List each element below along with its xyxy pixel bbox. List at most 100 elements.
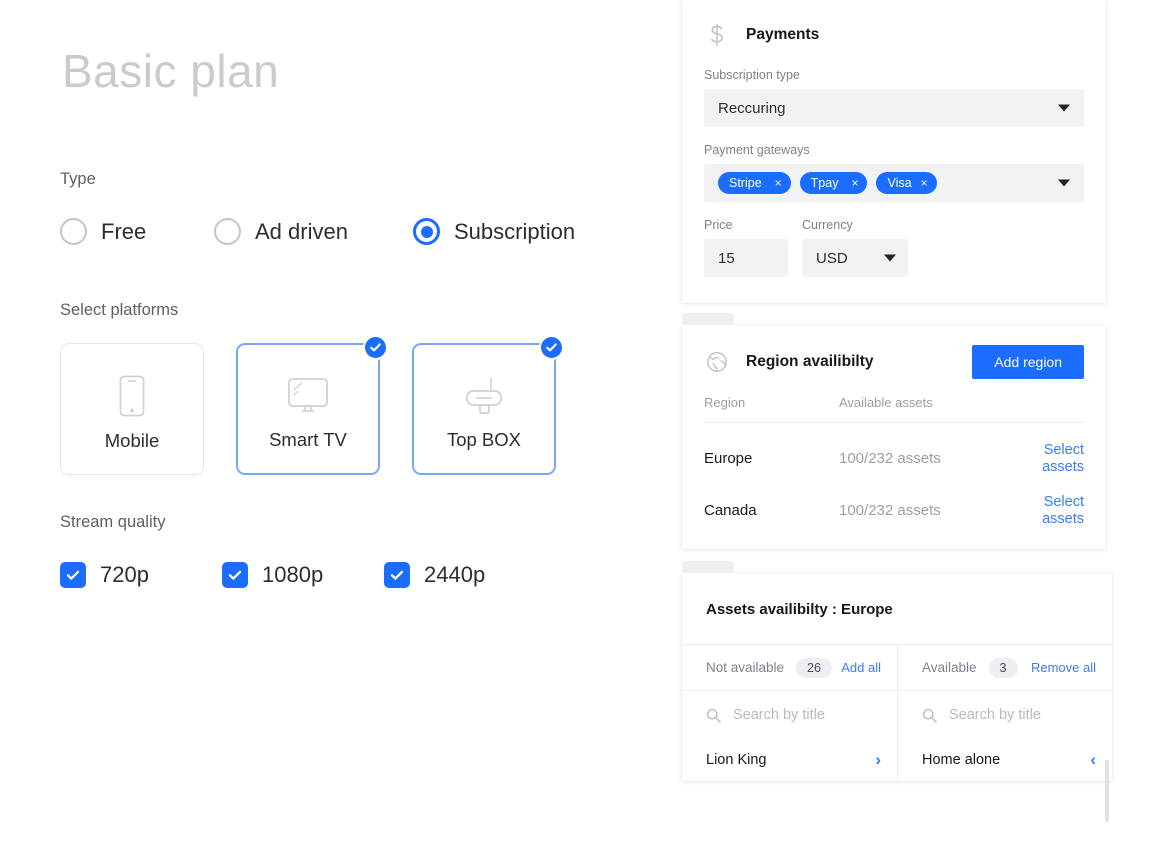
payments-card: Payments Subscription type Reccuring Pay… xyxy=(682,0,1106,303)
cell-action-europe: Select assets xyxy=(999,423,1084,475)
table-row: Europe 100/232 assets Select assets xyxy=(704,423,1084,475)
platform-card-top-box[interactable]: Top BOX xyxy=(412,335,564,475)
assets-transfer-columns: Not available 26 Add all Search by title xyxy=(682,644,1112,781)
region-card-header: Region availibilty Add region xyxy=(704,345,1084,379)
price-currency-row: Price 15 Currency USD xyxy=(704,218,1084,277)
move-left-icon-home-alone[interactable]: ‹ xyxy=(1090,750,1096,770)
table-header-row: Region Available assets xyxy=(704,395,1084,423)
select-assets-link-canada[interactable]: Select assets xyxy=(1042,494,1084,527)
remove-all-button[interactable]: Remove all xyxy=(1031,660,1096,675)
price-input[interactable]: 15 xyxy=(704,239,788,277)
assets-availability-title: Assets availibilty : Europe xyxy=(706,601,893,618)
radio-option-ad-driven[interactable]: Ad driven xyxy=(214,218,413,245)
subscription-type-select[interactable]: Reccuring xyxy=(704,89,1084,127)
payment-gateways-field: Payment gateways Stripe × Tpay × Visa × xyxy=(704,143,1084,202)
payment-gateways-label: Payment gateways xyxy=(704,143,810,157)
stream-quality-section-label: Stream quality xyxy=(60,513,166,531)
asset-title-home-alone: Home alone xyxy=(922,752,1001,768)
chip-stripe[interactable]: Stripe × xyxy=(718,172,791,194)
search-not-available[interactable]: Search by title xyxy=(682,691,897,739)
type-radio-group: Free Ad driven Subscription xyxy=(60,218,575,245)
radio-option-subscription[interactable]: Subscription xyxy=(413,218,575,245)
platform-card-mobile[interactable]: Mobile xyxy=(60,343,204,475)
column-header-action xyxy=(999,395,1084,423)
cell-assets-europe: 100/232 assets xyxy=(839,449,941,467)
card-tab-notch-assets xyxy=(682,561,734,573)
radio-icon-ad-driven xyxy=(214,218,241,245)
currency-select[interactable]: USD xyxy=(802,239,908,277)
chip-remove-icon-visa[interactable]: × xyxy=(921,176,928,190)
price-label: Price xyxy=(704,218,733,232)
search-available[interactable]: Search by title xyxy=(898,691,1112,739)
dollar-sign-icon xyxy=(704,24,730,46)
search-icon-not-available xyxy=(706,708,721,723)
chip-label-tpay: Tpay xyxy=(810,176,839,190)
chip-tpay[interactable]: Tpay × xyxy=(799,172,868,194)
checkbox-icon-720p xyxy=(60,562,86,588)
region-availability-card: Region availibilty Add region Region Ava… xyxy=(682,313,1106,549)
stream-quality-checkbox-group: 720p 1080p 2440p xyxy=(60,562,485,588)
search-icon-available xyxy=(922,708,937,723)
checkbox-label-1080p: 1080p xyxy=(262,562,324,587)
available-label: Available xyxy=(922,660,977,675)
currency-label: Currency xyxy=(802,218,853,232)
cell-region-canada: Canada xyxy=(704,501,757,519)
checkbox-option-1080p[interactable]: 1080p xyxy=(222,562,384,588)
platform-card-smart-tv[interactable]: Smart TV xyxy=(236,335,388,475)
asset-title-lion-king: Lion King xyxy=(706,752,767,768)
region-header-title-group: Region availibilty xyxy=(704,345,873,379)
payment-gateways-select[interactable]: Stripe × Tpay × Visa × xyxy=(704,164,1084,202)
payment-gateway-chip-list: Stripe × Tpay × Visa × xyxy=(718,172,937,194)
plan-editor-screen: Basic plan Type Free Ad driven Subscript… xyxy=(0,0,1160,864)
chip-visa[interactable]: Visa × xyxy=(876,172,937,194)
radio-option-free[interactable]: Free xyxy=(60,218,214,245)
page-title: Basic plan xyxy=(62,45,280,97)
region-table-head: Region Available assets xyxy=(704,395,1084,423)
subscription-type-value: Reccuring xyxy=(718,99,786,117)
radio-label-free: Free xyxy=(101,218,147,244)
currency-field: Currency USD xyxy=(802,218,908,277)
not-available-column-header: Not available 26 Add all xyxy=(682,645,897,691)
television-icon xyxy=(285,373,331,421)
add-all-button[interactable]: Add all xyxy=(841,660,881,675)
assets-column-not-available: Not available 26 Add all Search by title xyxy=(682,645,897,781)
checkbox-label-720p: 720p xyxy=(100,562,149,587)
list-item[interactable]: Home alone ‹ xyxy=(898,739,1112,781)
table-row: Canada 100/232 assets Select assets xyxy=(704,475,1084,527)
region-table-body: Europe 100/232 assets Select assets Cana… xyxy=(704,423,1084,527)
checkbox-option-720p[interactable]: 720p xyxy=(60,562,222,588)
vertical-scrollbar[interactable] xyxy=(1105,760,1109,822)
column-header-region: Region xyxy=(704,395,839,423)
check-badge-icon-smart-tv xyxy=(363,335,388,360)
set-top-box-icon xyxy=(461,373,507,421)
select-assets-link-europe[interactable]: Select assets xyxy=(1042,442,1084,475)
type-section-label: Type xyxy=(60,170,96,188)
card-tab-notch-region xyxy=(682,313,734,325)
add-region-button[interactable]: Add region xyxy=(972,345,1084,379)
radio-label-ad-driven: Ad driven xyxy=(255,218,348,244)
chip-label-stripe: Stripe xyxy=(729,176,762,190)
not-available-label: Not available xyxy=(706,660,785,675)
region-table: Region Available assets Europe 100/232 a… xyxy=(704,395,1084,527)
subscription-type-label: Subscription type xyxy=(704,68,800,82)
subscription-type-field: Subscription type Reccuring xyxy=(704,68,1084,127)
checkbox-label-2440p: 2440p xyxy=(424,562,486,587)
available-count-badge: 3 xyxy=(988,657,1018,678)
checkbox-icon-1080p xyxy=(222,562,248,588)
chip-remove-icon-stripe[interactable]: × xyxy=(775,176,782,190)
assets-availability-card: Assets availibilty : Europe Not availabl… xyxy=(682,561,1112,781)
checkbox-option-2440p[interactable]: 2440p xyxy=(384,562,485,588)
plan-settings-panel: Basic plan Type Free Ad driven Subscript… xyxy=(0,0,660,864)
radio-icon-subscription-selected xyxy=(413,218,440,245)
check-badge-icon-top-box xyxy=(539,335,564,360)
cell-region-europe: Europe xyxy=(704,449,753,467)
not-available-count-badge: 26 xyxy=(796,657,832,678)
price-field: Price 15 xyxy=(704,218,788,277)
mobile-phone-icon xyxy=(119,372,145,420)
available-column-header: Available 3 Remove all xyxy=(898,645,1112,691)
list-item[interactable]: Lion King › xyxy=(682,739,897,781)
move-right-icon-lion-king[interactable]: › xyxy=(875,750,881,770)
chip-remove-icon-tpay[interactable]: × xyxy=(851,176,858,190)
radio-icon-free xyxy=(60,218,87,245)
column-header-available-assets: Available assets xyxy=(839,395,999,423)
